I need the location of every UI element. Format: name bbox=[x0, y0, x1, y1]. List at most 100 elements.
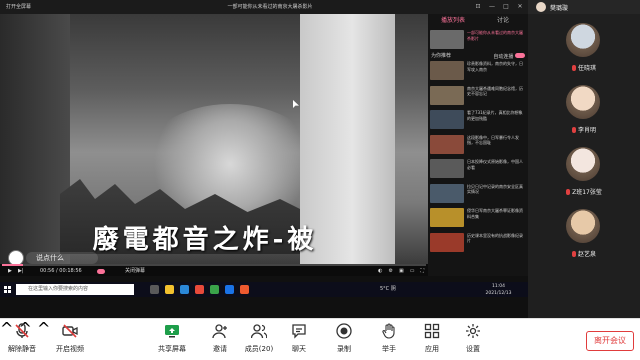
current-playlist-item[interactable]: 一部可能你从未看过的南京大屠杀影片 bbox=[428, 28, 528, 50]
tab-playlist[interactable]: 播放列表 bbox=[428, 14, 478, 28]
fullscreen-tab[interactable]: 打开全屏幕 bbox=[6, 0, 31, 14]
windows-taskbar: 在这里输入你要搜索的内容 5°C 阴 11:04 2021/12/13 bbox=[0, 282, 528, 297]
current-item-title: 一部可能你从未看过的南京大屠杀影片 bbox=[467, 30, 523, 41]
participant-tile[interactable]: 任晓琪 bbox=[532, 20, 636, 73]
chat-icon bbox=[292, 324, 306, 339]
members-button[interactable]: 成员(20) bbox=[237, 323, 281, 354]
danmu-label[interactable]: 关闭弹幕 bbox=[125, 266, 145, 277]
picture-in-picture-icon[interactable]: ▣ bbox=[399, 266, 404, 277]
invite-button[interactable]: 邀请 bbox=[198, 323, 242, 354]
autoplay-toggle[interactable] bbox=[515, 53, 525, 58]
participant-name-row: 赵艺泉 bbox=[532, 249, 636, 258]
participant-name-row: 李肖明 bbox=[532, 125, 636, 134]
minimize-icon[interactable]: — bbox=[486, 0, 498, 14]
host-header[interactable]: 樊璐璇 bbox=[528, 0, 640, 14]
chat-label: 聊天 bbox=[292, 345, 306, 353]
maximize-icon[interactable]: □ bbox=[500, 0, 512, 14]
recommend-title: 拉贝日记中记录的南京安全区真实情况 bbox=[467, 183, 523, 195]
hand-icon bbox=[382, 323, 395, 339]
recommend-item[interactable]: 历史课本里没有的抗战影像纪录片 bbox=[428, 232, 528, 257]
thumbnail bbox=[430, 30, 464, 49]
participant-tile[interactable]: 李肖明 bbox=[532, 82, 636, 135]
app-blue-icon[interactable] bbox=[225, 285, 234, 294]
mute-button[interactable]: 解除静音 bbox=[0, 323, 44, 354]
wechat-icon[interactable] bbox=[210, 285, 219, 294]
recommend-thumbnail bbox=[430, 61, 464, 80]
record-label: 录制 bbox=[337, 345, 351, 353]
fullscreen-icon[interactable]: ⛶ bbox=[420, 266, 424, 277]
members-icon bbox=[251, 324, 267, 339]
pin-icon[interactable]: ⊡ bbox=[472, 0, 484, 14]
share-screen-button[interactable]: 共享屏幕 bbox=[150, 323, 194, 354]
recommend-item[interactable]: 这段影像中，日军暴行令人发指，不忘国耻 bbox=[428, 134, 528, 159]
recommend-item[interactable]: 拉贝日记中记录的南京安全区真实情况 bbox=[428, 183, 528, 208]
recommend-panel: 播放列表 讨论 一部可能你从未看过的南京大屠杀影片 为你推荐 自动连播 珍贵影像… bbox=[428, 14, 528, 276]
tab-discussion[interactable]: 讨论 bbox=[478, 14, 528, 28]
microphone-muted-icon bbox=[15, 323, 29, 338]
recommend-tabs: 播放列表 讨论 bbox=[428, 14, 528, 28]
shared-screen: 打开全屏幕 一部可能你从未看过的南京大屠杀影片 ⊡ — □ ✕ 廢電都音之炸-被… bbox=[0, 0, 528, 318]
close-icon[interactable]: ✕ bbox=[514, 0, 526, 14]
add-user-icon bbox=[212, 324, 227, 339]
edge-browser-icon[interactable] bbox=[180, 285, 189, 294]
participant-tile[interactable]: Z班17张莹 bbox=[532, 144, 636, 197]
player-controls: ▶ ▶| 00:56 / 00:18:56 关闭弹幕 ◐ ⚙ ▣ ▭ ⛶ bbox=[0, 266, 428, 277]
browser-titlebar: 打开全屏幕 一部可能你从未看过的南京大屠杀影片 ⊡ — □ ✕ bbox=[0, 0, 528, 14]
participant-name-row: 任晓琪 bbox=[532, 63, 636, 72]
recommend-thumbnail bbox=[430, 232, 464, 252]
autoplay-toggle-group[interactable]: 自动连播 bbox=[493, 52, 525, 60]
participant-name: Z班17张莹 bbox=[572, 189, 602, 196]
app-red-icon[interactable] bbox=[195, 285, 204, 294]
next-icon[interactable]: ▶| bbox=[18, 266, 24, 277]
window-controls: ⊡ — □ ✕ bbox=[472, 0, 526, 14]
recommend-title: 侵华日军南京大屠杀罪证影像资料合集 bbox=[467, 208, 523, 219]
recommend-list: 珍贵影像资料，南京的失守，日军攻入南京南京大屠杀遇难同胞纪念馆，历史不容忘记 看了… bbox=[428, 60, 528, 256]
apps-button[interactable]: 应用 bbox=[410, 323, 454, 354]
recommend-title: 历史课本里没有的抗战影像纪录片 bbox=[467, 232, 523, 244]
danmaku-input[interactable]: 说点什么 bbox=[26, 252, 98, 264]
apps-label: 应用 bbox=[425, 345, 439, 353]
members-label: 成员(20) bbox=[244, 345, 274, 353]
recommend-thumbnail bbox=[430, 183, 464, 203]
settings-button[interactable]: 设置 bbox=[451, 323, 495, 354]
app-orange-icon[interactable] bbox=[240, 285, 249, 294]
chat-button[interactable]: 聊天 bbox=[277, 323, 321, 354]
recommend-thumbnail bbox=[430, 85, 464, 105]
meeting-window: 打开全屏幕 一部可能你从未看过的南京大屠杀影片 ⊡ — □ ✕ 廢電都音之炸-被… bbox=[0, 0, 640, 360]
taskbar-weather[interactable]: 5°C 阴 bbox=[380, 282, 396, 297]
host-avatar bbox=[536, 2, 546, 12]
recommend-title: 这段影像中，日军暴行令人发指，不忘国耻 bbox=[467, 134, 519, 146]
raise-hand-button[interactable]: 举手 bbox=[367, 323, 411, 354]
taskbar-clock[interactable]: 11:04 2021/12/13 bbox=[476, 282, 521, 297]
recommend-item[interactable]: 看了731纪录片，真相比你想象的更加残酷 bbox=[428, 109, 528, 134]
participant-avatar bbox=[566, 23, 600, 57]
invite-label: 邀请 bbox=[213, 345, 227, 353]
participant-avatar bbox=[566, 85, 600, 119]
play-icon[interactable]: ▶ bbox=[8, 266, 12, 277]
settings-gear-icon[interactable]: ⚙ bbox=[389, 266, 393, 277]
task-view-icon[interactable] bbox=[150, 285, 159, 294]
leave-meeting-button[interactable]: 离开会议 bbox=[586, 331, 634, 351]
record-button[interactable]: 录制 bbox=[322, 323, 366, 354]
autoplay-label: 自动连播 bbox=[493, 54, 514, 60]
danmu-toggle[interactable] bbox=[97, 269, 105, 274]
recommend-item[interactable]: 侵华日军南京大屠杀罪证影像资料合集 bbox=[428, 207, 528, 232]
recommend-item[interactable]: 珍贵影像资料，南京的失守，日军攻入南京 bbox=[428, 60, 528, 85]
taskbar-search-input[interactable]: 在这里输入你要搜索的内容 bbox=[16, 284, 134, 295]
start-video-button[interactable]: 开启视频 bbox=[48, 323, 92, 354]
participant-avatar bbox=[566, 147, 600, 181]
windows-start-icon[interactable] bbox=[4, 286, 11, 293]
recommend-item[interactable]: 南京大屠杀遇难同胞纪念馆，历史不容忘记 bbox=[428, 85, 528, 110]
participant-tile[interactable]: 赵艺泉 bbox=[532, 206, 636, 259]
volume-icon[interactable]: ◐ bbox=[378, 266, 382, 277]
file-explorer-icon[interactable] bbox=[165, 285, 174, 294]
recommend-thumbnail bbox=[430, 159, 464, 178]
video-player[interactable]: 廢電都音之炸-被 bbox=[0, 14, 428, 266]
recommend-item[interactable]: 日本投降仪式原始影像，中国人必看 bbox=[428, 158, 528, 183]
widescreen-icon[interactable]: ▭ bbox=[410, 266, 415, 277]
share-label: 共享屏幕 bbox=[158, 345, 186, 353]
recommend-title: 看了731纪录片，真相比你想象的更加残酷 bbox=[467, 110, 523, 121]
video-subtitle: 廢電都音之炸-被 bbox=[92, 225, 318, 255]
autoplay-row: 为你推荐 自动连播 bbox=[428, 50, 528, 60]
recommend-title: 珍贵影像资料，南京的失守，日军攻入南京 bbox=[467, 61, 523, 72]
